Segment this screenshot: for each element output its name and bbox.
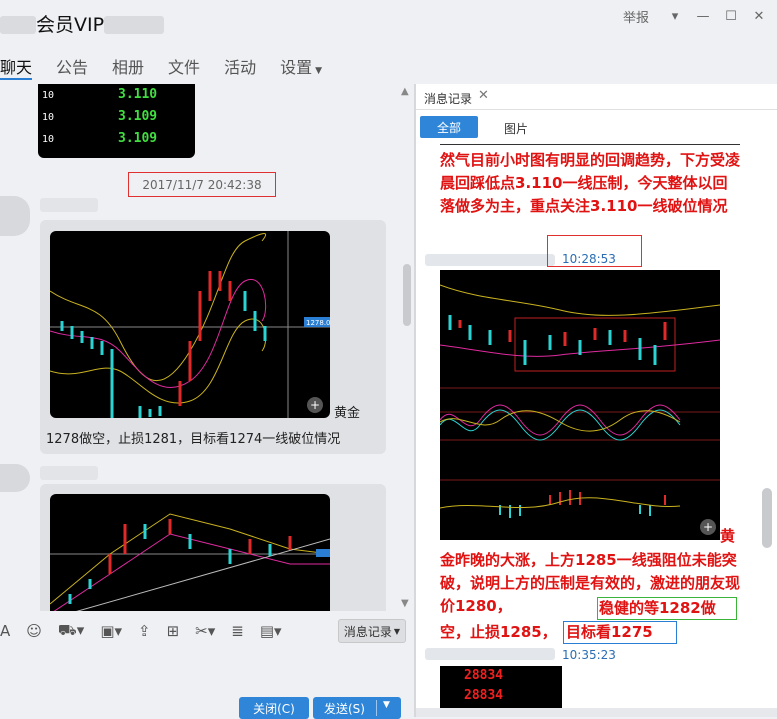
blurred-name bbox=[0, 16, 36, 34]
sender-name bbox=[40, 466, 98, 480]
gas-chart-image[interactable] bbox=[440, 270, 720, 540]
button-divider bbox=[376, 700, 377, 716]
tab-settings[interactable]: 设置 ▼ bbox=[280, 48, 322, 82]
history-doc-icon[interactable]: ≣ bbox=[231, 622, 244, 640]
history-message-text: 黄 bbox=[720, 527, 736, 545]
message-bubble[interactable]: 1278.0 + 黄金 1278做空，止损1281，目标看1274一线破位情况 bbox=[40, 220, 386, 454]
candlestick-chart bbox=[50, 513, 330, 611]
tab-underline bbox=[416, 109, 777, 110]
avatar[interactable] bbox=[0, 464, 30, 492]
history-timestamp: 10:35:23 bbox=[562, 648, 616, 662]
message-text: 1278做空，止损1281，目标看1274一线破位情况 bbox=[46, 432, 341, 447]
maximize-icon[interactable]: ☐ bbox=[721, 6, 741, 26]
close-icon[interactable]: ✕ bbox=[478, 88, 489, 103]
history-bottom-bar bbox=[416, 708, 777, 717]
chat-scrollbar[interactable]: ▲ ▼ bbox=[399, 84, 414, 611]
blurred-name bbox=[104, 16, 165, 34]
ticker-value: 3.110 bbox=[118, 87, 158, 102]
indicator-chart bbox=[440, 284, 720, 518]
ticker-num: 10 bbox=[42, 134, 55, 145]
avatar[interactable] bbox=[0, 196, 30, 236]
close-icon[interactable]: ✕ bbox=[749, 6, 769, 26]
message-bubble[interactable] bbox=[40, 484, 386, 611]
gift-icon[interactable]: ⊞ bbox=[167, 622, 180, 640]
highlight-box bbox=[563, 621, 677, 644]
history-timestamp: 10:28:53 bbox=[562, 252, 616, 266]
ticker-value: 28834 bbox=[464, 668, 504, 683]
candlestick-chart: 1278.0 bbox=[50, 231, 330, 418]
ticker-value: 3.109 bbox=[118, 131, 158, 146]
send-options-icon[interactable]: ▼ bbox=[383, 700, 390, 710]
tab-activity[interactable]: 活动 bbox=[224, 48, 256, 82]
ticker-value: 3.109 bbox=[118, 109, 158, 124]
ticker-num: 10 bbox=[42, 90, 55, 101]
history-scrollbar-thumb[interactable] bbox=[762, 488, 772, 548]
chat-history[interactable]: 10 3.110 10 3.109 10 3.109 2017/11/7 20:… bbox=[0, 84, 414, 611]
emoji-icon[interactable]: ☺ bbox=[26, 622, 42, 640]
history-message-text: 然气目前小时图有明显的回调趋势，下方受凌晨回踩低点3.110一线压制，今天整体以… bbox=[440, 151, 741, 215]
ticker-value: 28834 bbox=[464, 688, 504, 703]
scrollbar-thumb[interactable] bbox=[403, 264, 411, 326]
scroll-down-icon[interactable]: ▼ bbox=[401, 598, 409, 609]
highlight-box bbox=[597, 597, 737, 620]
history-message-text: 空，止损1285， bbox=[440, 623, 557, 641]
message-history-button[interactable]: 消息记录 ▼ bbox=[338, 619, 406, 643]
separator-line bbox=[440, 144, 740, 145]
window-title: 会员VIP bbox=[0, 10, 165, 37]
filter-all-button[interactable]: 全部 bbox=[420, 116, 478, 138]
message-input[interactable] bbox=[0, 648, 414, 694]
minimize-icon[interactable]: — bbox=[693, 6, 713, 26]
send-button[interactable]: 发送(S) ▼ bbox=[313, 697, 401, 719]
gold-chart-image[interactable]: 1278.0 bbox=[50, 231, 330, 418]
upload-icon[interactable]: ⇪ bbox=[138, 622, 151, 640]
gold-chart-image[interactable] bbox=[50, 494, 330, 611]
sender-name bbox=[425, 648, 555, 660]
chevron-down-icon: ▼ bbox=[393, 626, 401, 636]
zoom-plus-icon[interactable]: + bbox=[700, 519, 716, 535]
sender-name bbox=[425, 254, 555, 266]
close-button[interactable]: 关闭(C) bbox=[239, 697, 309, 719]
tab-album[interactable]: 相册 bbox=[112, 48, 144, 82]
magic-emoji-icon[interactable]: ⛟▾ bbox=[58, 621, 84, 641]
tab-files[interactable]: 文件 bbox=[168, 48, 200, 82]
more-icon[interactable]: ▤▾ bbox=[260, 622, 282, 640]
chevron-down-icon: ▼ bbox=[315, 66, 323, 76]
ticker-num: 10 bbox=[42, 112, 55, 123]
message-timestamp: 2017/11/7 20:42:38 bbox=[128, 172, 276, 197]
price-tag: 1278.0 bbox=[306, 319, 330, 327]
dropdown-icon[interactable]: ▾ bbox=[665, 6, 685, 26]
filter-images-button[interactable]: 图片 bbox=[504, 120, 528, 137]
scroll-up-icon[interactable]: ▲ bbox=[401, 86, 409, 97]
chat-window: 会员VIP 举报 ▾ — ☐ ✕ 聊天 公告 相册 文件 活动 设置 ▼ 10 3… bbox=[0, 0, 777, 719]
tab-chat[interactable]: 聊天 bbox=[0, 48, 33, 80]
image-icon[interactable]: ▣▾ bbox=[100, 622, 122, 640]
screenshot-icon[interactable]: ✂▾ bbox=[195, 622, 215, 640]
window-controls: 举报 ▾ — ☐ ✕ bbox=[623, 6, 777, 26]
main-tabs: 聊天 公告 相册 文件 活动 设置 ▼ bbox=[0, 48, 346, 82]
zoom-plus-icon[interactable]: + bbox=[307, 397, 323, 413]
report-link[interactable]: 举报 bbox=[623, 7, 649, 26]
message-text-suffix: 黄金 bbox=[334, 406, 361, 421]
font-icon[interactable]: A bbox=[0, 622, 10, 640]
tab-notice[interactable]: 公告 bbox=[56, 48, 88, 82]
history-tab-label[interactable]: 消息记录 bbox=[424, 90, 472, 107]
price-ticker-image[interactable]: 10 3.110 10 3.109 10 3.109 bbox=[38, 84, 195, 158]
sender-name bbox=[40, 198, 98, 212]
title-bar: 会员VIP 举报 ▾ — ☐ ✕ bbox=[0, 0, 777, 40]
